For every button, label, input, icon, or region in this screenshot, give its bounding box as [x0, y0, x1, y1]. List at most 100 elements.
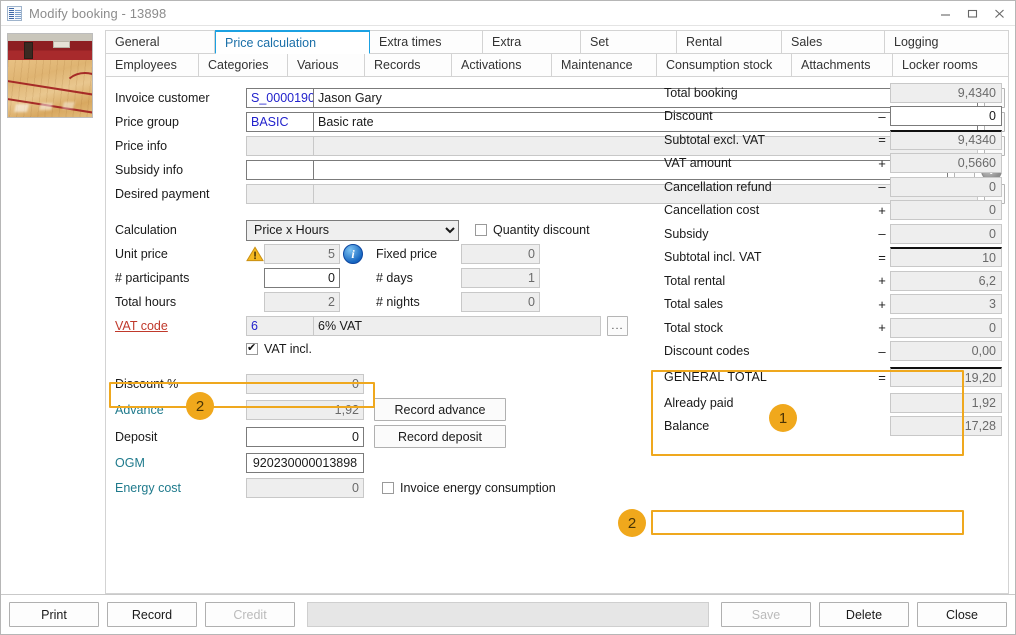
- vat-code-browse-button[interactable]: ...: [607, 316, 628, 336]
- thumbnail-column: [7, 30, 99, 594]
- row-operator: +: [874, 156, 890, 171]
- advance-label[interactable]: Advance: [106, 403, 246, 417]
- price-info-code-input[interactable]: [246, 136, 314, 156]
- participants-label: # participants: [106, 271, 246, 285]
- unit-price-input[interactable]: 5: [264, 244, 340, 264]
- row-label: Total rental: [654, 274, 874, 288]
- discount-pct-input[interactable]: 0: [246, 374, 364, 394]
- deposit-label: Deposit: [106, 430, 246, 444]
- window-content: General Price calculation Extra times Ex…: [1, 26, 1015, 594]
- total-row-already-paid: Already paid 1,92: [654, 391, 1002, 415]
- tab-categories[interactable]: Categories: [199, 53, 288, 77]
- total-row-discount-codes: Discount codes – 0,00: [654, 340, 1002, 364]
- total-row-general-total: GENERAL TOTAL = 19,20: [654, 363, 1002, 391]
- row-operator: =: [874, 132, 890, 147]
- scoreboard-graphic: [53, 41, 70, 48]
- row-label: Cancellation cost: [654, 203, 874, 217]
- status-bar: [307, 602, 709, 627]
- price-calculation-form: Invoice customer S_0000190 Jason Gary ..…: [105, 77, 1009, 594]
- discount-input[interactable]: 0: [890, 106, 1002, 126]
- tab-locker-rooms[interactable]: Locker rooms: [893, 53, 1009, 77]
- tab-price-calculation[interactable]: Price calculation: [215, 30, 370, 54]
- total-hours-input[interactable]: 2: [264, 292, 340, 312]
- price-info-label: Price info: [106, 139, 246, 153]
- close-button[interactable]: Close: [917, 602, 1007, 627]
- invoice-energy-label: Invoice energy consumption: [400, 481, 556, 495]
- calculation-select[interactable]: Price x Hours: [246, 220, 459, 241]
- tab-bar-row-2: Employees Categories Various Records Act…: [105, 53, 1009, 77]
- row-operator: –: [874, 226, 890, 241]
- total-row-subtotal-excl-vat: Subtotal excl. VAT = 9,4340: [654, 128, 1002, 152]
- quantity-discount-label: Quantity discount: [493, 223, 590, 237]
- row-operator: +: [874, 203, 890, 218]
- tab-various[interactable]: Various: [288, 53, 365, 77]
- total-row-vat-amount: VAT amount + 0,5660: [654, 152, 1002, 176]
- tab-extra-times[interactable]: Extra times: [370, 30, 483, 54]
- desired-payment-code-input[interactable]: [246, 184, 314, 204]
- tab-label: Locker rooms: [902, 58, 978, 72]
- tab-activations[interactable]: Activations: [452, 53, 552, 77]
- window-controls: [932, 1, 1013, 25]
- ogm-label[interactable]: OGM: [106, 456, 246, 470]
- row-operator: =: [874, 370, 890, 385]
- record-button[interactable]: Record: [107, 602, 197, 627]
- tab-label: Categories: [208, 58, 268, 72]
- vat-code-label[interactable]: VAT code: [106, 319, 246, 333]
- vat-code-input[interactable]: 6: [246, 316, 314, 336]
- tab-attachments[interactable]: Attachments: [792, 53, 893, 77]
- invoice-customer-code-input[interactable]: S_0000190: [246, 88, 314, 108]
- quantity-discount-checkbox[interactable]: [475, 224, 487, 236]
- participants-input[interactable]: 0: [264, 268, 340, 288]
- tab-employees[interactable]: Employees: [105, 53, 199, 77]
- close-icon[interactable]: [986, 2, 1013, 25]
- row-value: 1,92: [890, 393, 1002, 413]
- total-hours-label: Total hours: [106, 295, 246, 309]
- print-button[interactable]: Print: [9, 602, 99, 627]
- deposit-input[interactable]: 0: [246, 427, 364, 447]
- tab-label: Sales: [791, 35, 822, 49]
- row-operator: =: [874, 250, 890, 265]
- energy-cost-label[interactable]: Energy cost: [106, 481, 246, 495]
- footer-toolbar: Print Record Credit Save Delete Close: [1, 594, 1015, 634]
- tab-label: Logging: [894, 35, 939, 49]
- advance-input[interactable]: 1,92: [246, 400, 364, 420]
- warning-icon: [246, 246, 264, 262]
- tab-sales[interactable]: Sales: [782, 30, 885, 54]
- tab-set[interactable]: Set: [581, 30, 677, 54]
- row-value: 9,4340: [890, 83, 1002, 103]
- tab-extra[interactable]: Extra: [483, 30, 581, 54]
- total-row-cancellation-cost: Cancellation cost + 0: [654, 199, 1002, 223]
- subsidy-info-code-input[interactable]: [246, 160, 314, 180]
- fixed-price-input[interactable]: 0: [461, 244, 540, 264]
- unit-price-info-icon[interactable]: i: [343, 244, 363, 264]
- desired-payment-label: Desired payment: [106, 187, 246, 201]
- record-advance-button[interactable]: Record advance: [374, 398, 506, 421]
- maximize-icon[interactable]: [959, 2, 986, 25]
- record-deposit-button[interactable]: Record deposit: [374, 425, 506, 448]
- tab-rental[interactable]: Rental: [677, 30, 782, 54]
- row-label: Subtotal incl. VAT: [654, 250, 874, 264]
- tab-label: Consumption stock: [666, 58, 772, 72]
- tab-consumption-stock[interactable]: Consumption stock: [657, 53, 792, 77]
- invoice-energy-checkbox[interactable]: [382, 482, 394, 494]
- tab-maintenance[interactable]: Maintenance: [552, 53, 657, 77]
- vat-incl-checkbox[interactable]: [246, 343, 258, 355]
- delete-button[interactable]: Delete: [819, 602, 909, 627]
- total-row-total-rental: Total rental + 6,2: [654, 269, 1002, 293]
- row-value: 19,20: [890, 367, 1002, 387]
- tab-logging[interactable]: Logging: [885, 30, 1009, 54]
- tab-general[interactable]: General: [105, 30, 215, 54]
- nights-label: # nights: [363, 295, 461, 309]
- ogm-input[interactable]: 920230000013898: [246, 453, 364, 473]
- nights-input[interactable]: 0: [461, 292, 540, 312]
- total-row-total-stock: Total stock + 0: [654, 316, 1002, 340]
- days-input[interactable]: 1: [461, 268, 540, 288]
- tab-records[interactable]: Records: [365, 53, 452, 77]
- tab-label: Set: [590, 35, 609, 49]
- minimize-icon[interactable]: [932, 2, 959, 25]
- vat-code-name-input[interactable]: 6% VAT: [313, 316, 601, 336]
- energy-cost-input[interactable]: 0: [246, 478, 364, 498]
- annotation-badge-2-already-paid: 2: [618, 509, 646, 537]
- sports-hall-photo[interactable]: [7, 33, 93, 118]
- price-group-code-input[interactable]: BASIC: [246, 112, 314, 132]
